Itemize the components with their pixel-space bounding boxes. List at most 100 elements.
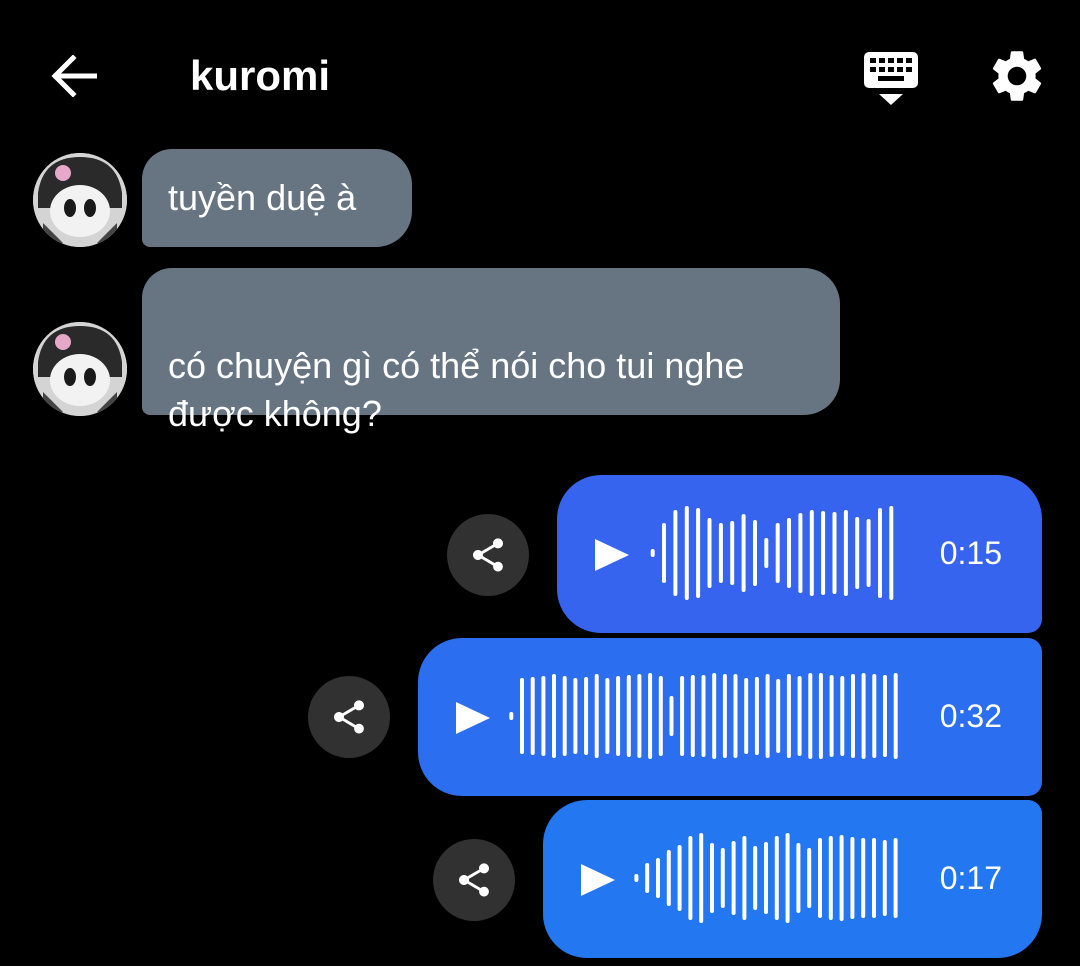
waveform-bar xyxy=(850,837,855,919)
waveform-bar xyxy=(573,678,578,754)
waveform-bar xyxy=(742,836,747,920)
play-icon[interactable] xyxy=(593,537,631,573)
waveform-bar xyxy=(720,848,725,908)
waveform-bar xyxy=(754,677,759,755)
waveform-bar xyxy=(889,506,894,600)
voice-message[interactable]: 0:15 xyxy=(557,475,1042,633)
waveform-bar xyxy=(855,517,860,589)
waveform-bar xyxy=(656,858,660,898)
waveform-bar xyxy=(787,518,791,588)
waveform-bar xyxy=(828,836,833,920)
waveform-bar xyxy=(594,674,599,758)
waveform-bar xyxy=(669,696,674,736)
waveform-bar xyxy=(774,836,779,920)
waveform-bar xyxy=(684,506,689,600)
kuromi-avatar-image xyxy=(33,322,127,416)
incoming-message[interactable]: tuyền duệ à xyxy=(142,149,412,247)
play-icon[interactable] xyxy=(454,700,492,736)
waveform-bar xyxy=(662,523,666,583)
waveform-bar xyxy=(730,521,735,585)
waveform-bar xyxy=(688,836,693,920)
message-text: tuyền duệ à xyxy=(168,177,357,218)
waveform-bar xyxy=(733,674,738,758)
waveform-bar xyxy=(699,833,704,923)
waveform-bar xyxy=(818,673,823,759)
play-icon[interactable] xyxy=(579,862,617,898)
waveform-bar xyxy=(741,514,746,592)
kuromi-avatar-image xyxy=(33,153,127,247)
waveform-bar xyxy=(658,676,663,756)
waveform xyxy=(509,673,898,759)
waveform-bar xyxy=(753,520,757,586)
share-button[interactable] xyxy=(433,839,515,921)
share-icon xyxy=(334,700,364,734)
waveform-bar xyxy=(808,673,813,759)
voice-duration: 0:32 xyxy=(939,698,1002,734)
waveform-bar xyxy=(839,835,844,921)
waveform-bar xyxy=(605,678,610,754)
arrow-left-icon xyxy=(51,55,97,97)
waveform-bar xyxy=(832,512,837,594)
waveform-bar xyxy=(861,673,866,759)
waveform-bar xyxy=(530,677,535,755)
waveform-bar xyxy=(722,674,727,758)
waveform-bar xyxy=(520,678,524,754)
contact-avatar[interactable] xyxy=(33,322,127,416)
waveform-bar xyxy=(690,675,695,757)
waveform-bar xyxy=(776,679,781,753)
keyboard-hide-icon xyxy=(864,52,918,105)
waveform-bar xyxy=(650,549,655,557)
waveform-bar xyxy=(707,518,712,588)
gear-icon xyxy=(992,51,1042,101)
chat-header: kuromi xyxy=(0,0,1080,140)
keyboard-toggle-button[interactable] xyxy=(858,48,924,108)
waveform-bar xyxy=(637,674,642,758)
waveform-bar xyxy=(764,842,768,914)
share-button[interactable] xyxy=(447,514,529,596)
waveform-bar xyxy=(744,678,749,754)
waveform-bar xyxy=(821,511,826,595)
waveform-bar xyxy=(552,674,556,758)
share-button[interactable] xyxy=(308,676,390,758)
waveform-bar xyxy=(829,675,834,757)
waveform-bar xyxy=(786,674,791,758)
waveform-bar xyxy=(701,675,706,757)
contact-avatar[interactable] xyxy=(33,153,127,247)
waveform-bar xyxy=(753,846,758,910)
incoming-message[interactable]: có chuyện gì có thể nói cho tui nghe đượ… xyxy=(142,268,840,434)
waveform-bar xyxy=(798,513,803,593)
message-text: có chuyện gì có thể nói cho tui nghe đượ… xyxy=(168,345,745,434)
voice-message[interactable]: 0:17 xyxy=(543,800,1042,958)
waveform-bar xyxy=(840,676,845,756)
waveform-bar xyxy=(843,510,848,596)
waveform-bar xyxy=(648,673,653,759)
waveform-bar xyxy=(634,874,639,882)
waveform-bar xyxy=(893,673,898,759)
waveform-bar xyxy=(807,848,812,908)
waveform-bar xyxy=(541,676,546,756)
waveform-bar xyxy=(584,677,589,755)
waveform-bar xyxy=(893,838,898,918)
waveform-bar xyxy=(861,838,866,918)
waveform-bar xyxy=(645,863,650,893)
waveform-bar xyxy=(809,510,814,596)
waveform-bar xyxy=(626,675,631,757)
settings-button[interactable] xyxy=(986,45,1048,107)
waveform-bar xyxy=(851,674,855,758)
waveform-bar xyxy=(872,674,877,758)
waveform-bar xyxy=(765,674,770,758)
waveform-bar xyxy=(785,833,790,923)
waveform-bar xyxy=(696,508,701,598)
waveform-bar xyxy=(673,510,678,596)
waveform-bar xyxy=(872,838,876,918)
voice-duration: 0:15 xyxy=(939,535,1002,571)
waveform-bar xyxy=(796,843,801,913)
voice-message[interactable]: 0:32 xyxy=(418,638,1042,796)
back-button[interactable] xyxy=(44,46,104,106)
waveform-bar xyxy=(680,676,685,756)
waveform-bar xyxy=(712,673,717,759)
waveform-bar xyxy=(882,840,887,916)
chat-title: kuromi xyxy=(190,52,331,99)
waveform-bar xyxy=(710,843,714,913)
waveform-bar xyxy=(797,676,802,756)
